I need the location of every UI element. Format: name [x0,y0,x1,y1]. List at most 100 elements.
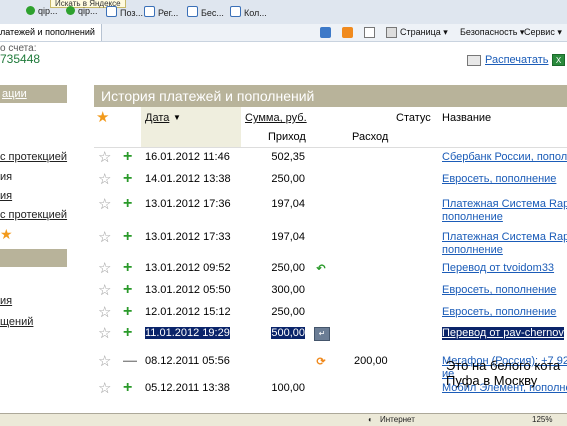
sidebar-header-2 [0,249,67,267]
fav-item-reg[interactable]: Рег... [144,6,178,20]
favorite-star-icon[interactable]: ☆ [98,230,111,245]
mail-icon[interactable] [364,27,375,38]
transaction-name-link[interactable]: Евросеть, пополнение [442,173,556,186]
transaction-income: 197,04 [271,231,305,243]
overlay-caption: Это на белого кота Пуфа в Москву [446,358,561,388]
income-plus-icon: + [123,195,133,212]
transaction-date: 14.01.2012 13:38 [145,173,231,185]
favorite-star-icon[interactable]: ☆ [98,197,111,212]
sidebar-item[interactable]: с протекцией [0,151,67,163]
repeat-payment-icon: ⟳ [316,356,326,368]
sidebar-item[interactable]: ия [0,295,12,307]
expense-header: Расход [352,131,389,143]
transaction-income: 250,00 [271,262,305,274]
table-row[interactable]: ☆ +12.01.2012 15:12 250,00 Евросеть, пополн… [94,304,567,324]
favorite-star-icon[interactable]: ☆ [98,261,111,276]
transaction-date: 11.01.2012 19:29 [145,327,230,339]
transaction-date: 12.01.2012 15:12 [145,306,231,318]
income-plus-icon: + [123,379,133,396]
income-plus-icon: + [123,170,133,187]
sidebar-item[interactable]: ия [0,171,12,183]
fav-item-poz[interactable]: Поз... [106,6,143,20]
browser-tab[interactable]: латежей и пополнений [0,24,102,41]
transaction-name-link[interactable]: Платежная Система Rapi [442,198,567,211]
favorites-star-icon[interactable]: ★ [96,110,109,125]
amount-column-sort[interactable]: Сумма, руб. [245,112,307,124]
sidebar-item[interactable]: с протекцией [0,209,67,221]
table-row[interactable]: ☆ +13.01.2012 05:50 300,00 Евросеть, пополн… [94,282,567,302]
home-icon[interactable] [320,27,331,38]
transaction-name-link[interactable]: Перевод от pav-chernov [442,327,564,340]
sort-desc-icon: ▼ [173,113,181,122]
table-row[interactable]: ☆ +13.01.2012 17:36 197,04 Платежная Систем… [94,195,567,224]
ie-page-icon [144,6,155,17]
ie-page-icon [187,6,198,17]
transaction-name-link[interactable]: Платежная Система Rapi [442,231,567,244]
status-bar: ◐ Интернет 125% [0,413,567,426]
transaction-name-link-line2[interactable]: пополнение [442,244,503,257]
transaction-income: 250,00 [271,173,305,185]
transaction-name-link[interactable]: Евросеть, пополнение [442,284,556,297]
page-menu[interactable]: Страница ▾ [400,27,448,38]
feeds-icon[interactable] [342,27,353,38]
ie-page-icon [106,6,117,17]
fav-item-qip-1[interactable]: qip... [26,6,58,20]
printer-icon[interactable] [467,55,481,66]
transaction-income: 250,00 [271,306,305,318]
ie-page-icon [230,6,241,17]
favorite-star-icon[interactable]: ☆ [98,305,111,320]
service-menu[interactable]: Сервис ▾ [524,27,562,38]
income-plus-icon: + [123,228,133,245]
transaction-date: 05.12.2011 13:38 [145,382,230,394]
transaction-date: 13.01.2012 05:50 [145,284,231,296]
return-arrow-icon: ↶ [316,263,326,275]
transaction-date: 13.01.2012 17:36 [145,198,231,210]
table-row[interactable]: ☆ +16.01.2012 11:46 502,35 Сбербанк России,… [94,149,567,169]
zoom-level[interactable]: 125% [532,414,552,426]
fav-item-kol[interactable]: Кол... [230,6,267,20]
favorite-star-icon[interactable]: ☆ [98,381,111,396]
print-link[interactable]: Распечатать [485,54,548,66]
table-row[interactable]: ☆ +14.01.2012 13:38 250,00 Евросеть, пополн… [94,171,567,191]
date-column-sort[interactable]: Дата [145,112,169,124]
table-row[interactable]: ☆ +11.01.2012 19:29 500,00 ↵ Перевод от pav-… [94,325,567,345]
table-row[interactable]: ☆ +13.01.2012 09:52 250,00 ↶ Перевод от tvoi… [94,260,567,280]
favorite-star-icon[interactable]: ☆ [98,150,111,165]
excel-export-icon[interactable]: X [552,54,565,66]
favorite-star-icon[interactable]: ★ [0,227,13,241]
transaction-date: 13.01.2012 17:33 [145,231,231,243]
sidebar-header[interactable]: ации [0,85,67,103]
fav-item-bes[interactable]: Бес... [187,6,224,20]
account-number: 735448 [0,52,41,66]
favorite-star-icon[interactable]: ☆ [98,354,111,369]
transaction-income: 502,35 [271,151,305,163]
transaction-name-link-line2[interactable]: пополнение [442,211,503,224]
transaction-expense: 200,00 [354,355,388,367]
fav-item-qip-2[interactable]: qip... [66,6,98,20]
transaction-name-link[interactable]: Сбербанк России, пополне [442,151,567,164]
transaction-name-link[interactable]: Евросеть, пополнение [442,306,556,319]
income-plus-icon: + [123,303,133,320]
transaction-income: 197,04 [271,198,305,210]
income-plus-icon: + [123,324,133,341]
history-panel-title: История платежей и пополнений [94,85,567,107]
favorite-star-icon[interactable]: ☆ [98,283,111,298]
transfer-status-icon: ↵ [314,327,330,341]
table-row[interactable]: ☆ +13.01.2012 17:33 197,04 Платежная Систем… [94,228,567,257]
status-header: Статус [396,112,431,124]
income-plus-icon: + [123,259,133,276]
favorite-star-icon[interactable]: ☆ [98,326,111,341]
income-header: Приход [268,131,306,143]
internet-zone-icon: ◐ [368,415,373,424]
print-toolbar-icon[interactable] [386,27,397,38]
transaction-income: 100,00 [271,382,305,394]
qip-icon [66,6,75,15]
income-plus-icon: + [123,148,133,165]
internet-zone: Интернет [380,415,415,424]
sidebar-item[interactable]: ия [0,190,12,202]
transaction-name-link[interactable]: Перевод от tvoidom33 [442,262,554,275]
favorite-star-icon[interactable]: ☆ [98,172,111,187]
transaction-income: 300,00 [271,284,305,296]
sidebar-item[interactable]: щений [0,316,33,328]
security-menu[interactable]: Безопасность ▾ [460,27,524,38]
